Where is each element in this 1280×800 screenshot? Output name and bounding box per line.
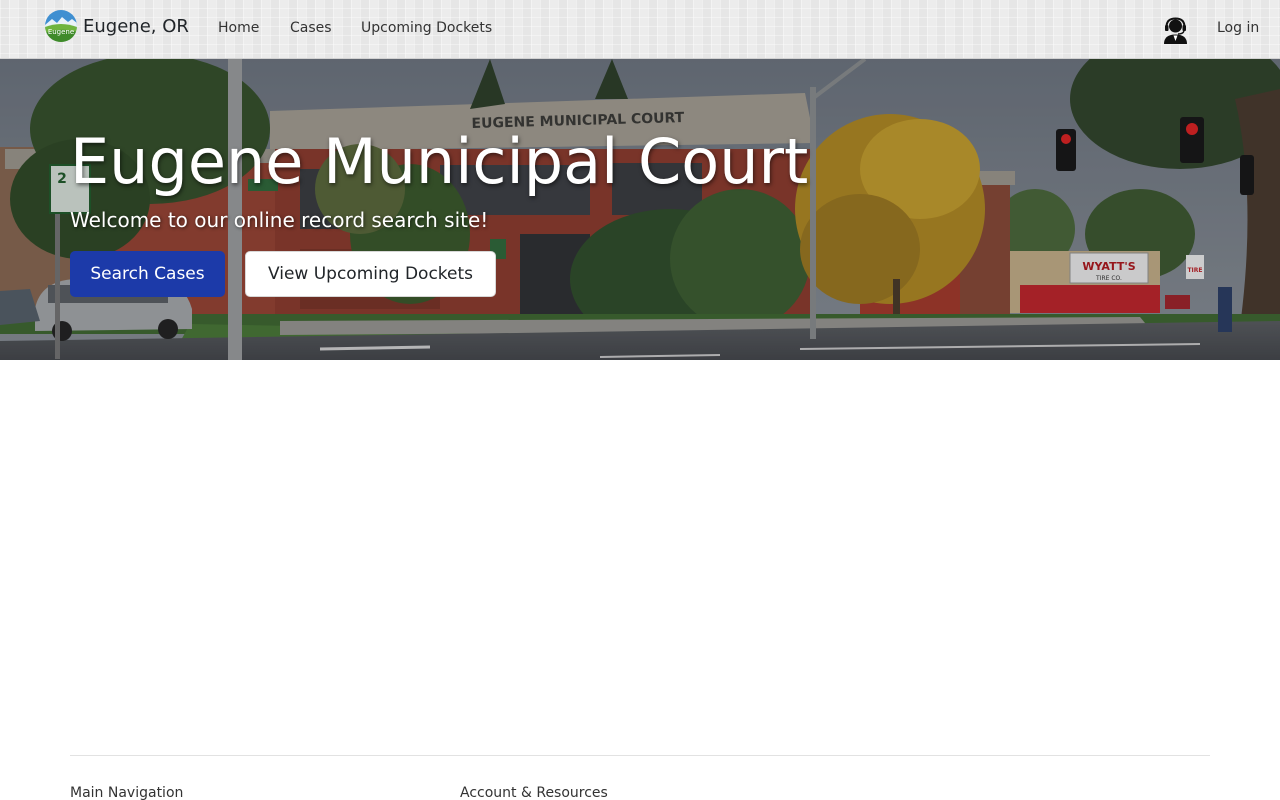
nav-link-upcoming-dockets[interactable]: Upcoming Dockets (361, 19, 492, 37)
footer-divider (70, 755, 1210, 756)
search-cases-button[interactable]: Search Cases (70, 251, 225, 297)
login-link[interactable]: Log in (1217, 19, 1259, 37)
hero-subtitle: Welcome to our online record search site… (70, 208, 489, 232)
brand-link[interactable]: Eugene Eugene, OR (45, 10, 189, 42)
nav-link-cases[interactable]: Cases (290, 19, 332, 37)
brand-name: Eugene, OR (83, 15, 189, 37)
logo-text: Eugene (48, 28, 74, 36)
nav-link-home[interactable]: Home (218, 19, 259, 37)
footer-heading-main-navigation: Main Navigation (70, 785, 184, 800)
eugene-logo-icon: Eugene (45, 10, 77, 42)
user-headset-icon[interactable] (1163, 17, 1188, 44)
hero-title: Eugene Municipal Court (70, 125, 809, 198)
view-upcoming-dockets-button[interactable]: View Upcoming Dockets (245, 251, 496, 297)
top-navbar: Eugene Eugene, OR Home Cases Upcoming Do… (0, 0, 1280, 59)
hero-banner: WYATT'S TIRE CO. TIRE EUGENE MUNICIPAL C… (0, 59, 1280, 360)
footer-heading-account-resources: Account & Resources (460, 785, 608, 800)
